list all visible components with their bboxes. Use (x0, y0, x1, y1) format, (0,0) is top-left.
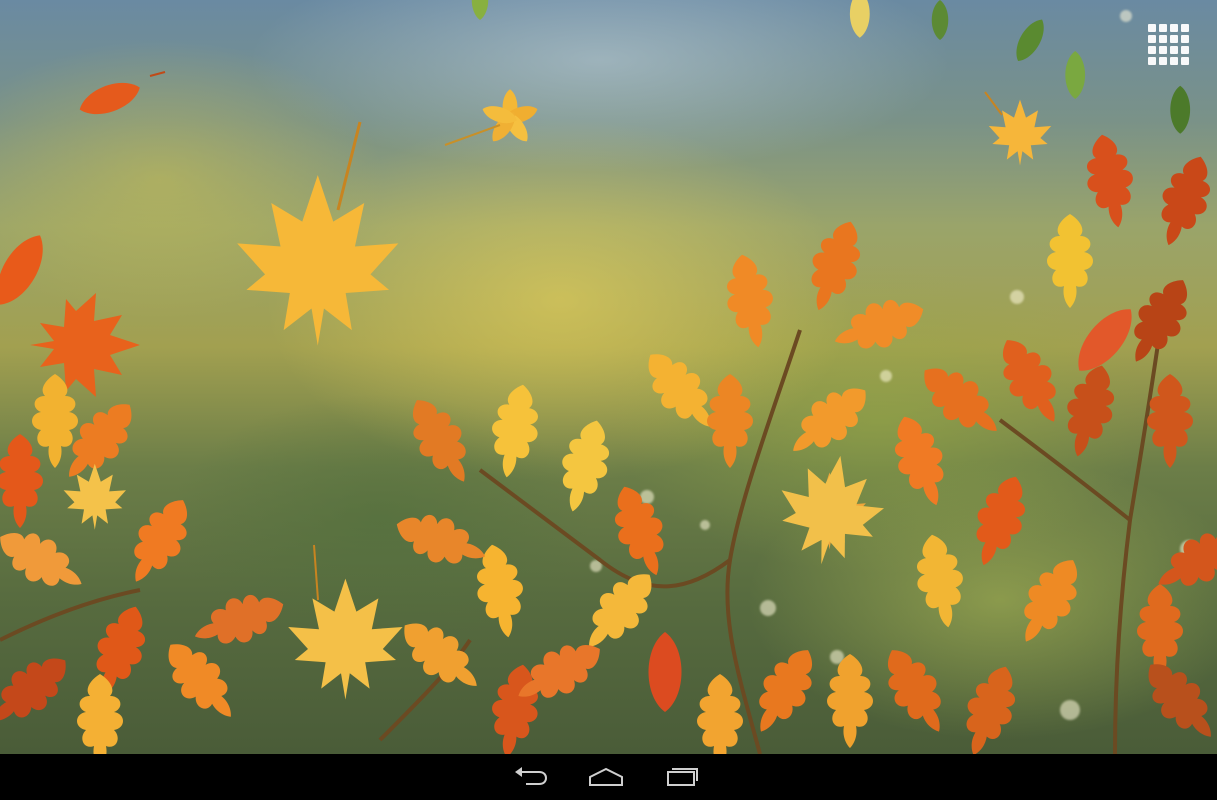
back-arrow-icon (515, 767, 548, 785)
recent-apps-button[interactable] (658, 762, 706, 792)
home-icon (589, 767, 623, 786)
navigation-bar (0, 754, 1217, 800)
home-button[interactable] (582, 762, 630, 792)
leaves-scene (0, 0, 1217, 754)
back-button[interactable] (506, 762, 554, 792)
home-screen (0, 0, 1217, 800)
all-apps-button[interactable] (1146, 22, 1192, 68)
right-foliage (793, 130, 1217, 752)
recent-apps-icon (667, 768, 698, 786)
grid-icon (1148, 24, 1156, 32)
left-foliage (0, 227, 292, 754)
wallpaper (0, 0, 1217, 754)
falling-leaves (75, 0, 1052, 700)
